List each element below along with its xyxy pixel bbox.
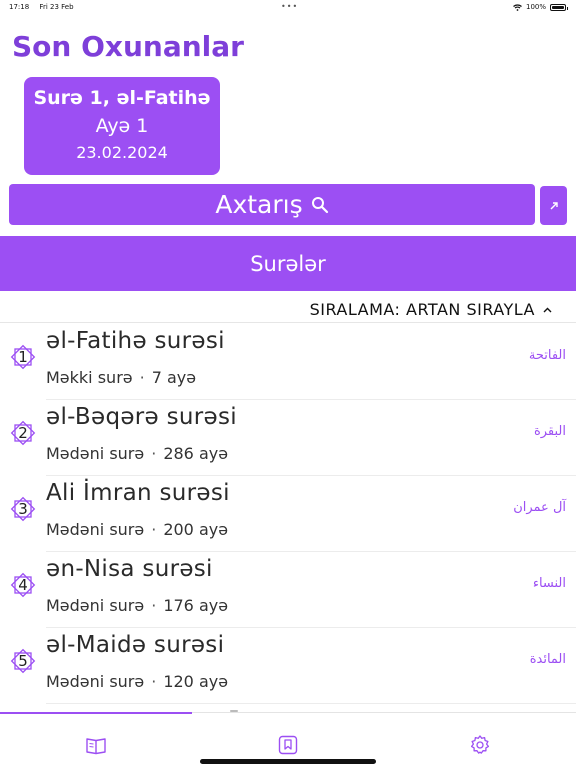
- sura-row[interactable]: 5 əl-Maidə surəsi Mədəni surə · 120 ayə ال…: [0, 628, 576, 704]
- sura-name: Ali İmran surəsi: [46, 480, 230, 506]
- status-date: Fri 23 Feb: [39, 3, 74, 11]
- sura-type: Mədəni surə: [46, 672, 145, 691]
- sort-label: SIRALAMA: ARTAN SIRAYLA: [309, 300, 535, 319]
- section-title: Surələr: [250, 251, 326, 276]
- divider: [0, 322, 576, 323]
- open-external-button[interactable]: [540, 186, 567, 225]
- sura-number: 5: [18, 652, 28, 670]
- sura-type: Mədəni surə: [46, 444, 145, 463]
- status-time: 17:18: [9, 3, 30, 11]
- sura-number: 2: [18, 424, 28, 442]
- sura-row[interactable]: 2 əl-Bəqərə surəsi Mədəni surə · 286 ayə ا…: [0, 400, 576, 476]
- page-title: Son Oxunanlar: [12, 30, 244, 63]
- sura-number-badge: 4: [9, 571, 37, 599]
- battery-icon: [550, 3, 568, 11]
- sura-arabic-name: المائدة: [529, 652, 566, 667]
- recent-aya: Ayə 1: [95, 115, 149, 137]
- sura-arabic-name: آل عمران: [513, 500, 566, 515]
- sura-name: əl-Maidə surəsi: [46, 632, 225, 658]
- search-icon: [311, 196, 328, 213]
- recent-reading-card[interactable]: Surə 1, əl-Fatihə Ayə 1 23.02.2024: [24, 77, 220, 175]
- sura-number-badge: 3: [9, 495, 37, 523]
- book-icon: [86, 738, 106, 755]
- sura-name: əl-Fatihə surəsi: [46, 328, 225, 354]
- sura-arabic-name: النساء: [532, 576, 566, 591]
- sura-ayah-count: 7 ayə: [151, 368, 197, 387]
- sura-ayah-count: 286 ayə: [163, 444, 229, 463]
- tab-bookmarks[interactable]: [277, 734, 299, 756]
- status-bar: 17:18 Fri 23 Feb ••• 100%: [0, 0, 576, 14]
- gear-icon: [470, 735, 490, 754]
- sura-type: Mədəni surə: [46, 520, 145, 539]
- sura-number: 4: [18, 576, 28, 594]
- sura-number-badge: 2: [9, 419, 37, 447]
- battery-percent: 100%: [525, 3, 546, 11]
- wifi-icon: [513, 3, 522, 11]
- suras-section-header: Surələr: [0, 236, 576, 291]
- multitasking-dots-icon[interactable]: •••: [281, 2, 298, 11]
- sura-arabic-name: البقرة: [533, 424, 566, 439]
- sura-type: Mədəni surə: [46, 596, 145, 615]
- arrow-up-right-icon: [550, 201, 558, 209]
- sura-list[interactable]: 1 əl-Fatihə surəsi Məkki surə · 7 ayə الفا…: [0, 324, 576, 712]
- bookmark-icon: [278, 735, 298, 755]
- search-button[interactable]: Axtarış: [9, 184, 535, 225]
- sura-name: ən-Nisa surəsi: [46, 556, 213, 582]
- tab-settings[interactable]: [469, 734, 491, 756]
- sura-row[interactable]: 1 əl-Fatihə surəsi Məkki surə · 7 ayə الفا…: [0, 324, 576, 400]
- sura-type: Məkki surə: [46, 368, 133, 387]
- sura-name: əl-Bəqərə surəsi: [46, 404, 237, 430]
- sura-number: 3: [18, 500, 28, 518]
- recent-date: 23.02.2024: [76, 143, 168, 162]
- search-label: Axtarış: [215, 190, 303, 219]
- sura-number: 1: [18, 348, 28, 366]
- sura-row[interactable]: 4 ən-Nisa surəsi Mədəni surə · 176 ayə الن…: [0, 552, 576, 628]
- sura-number-badge: 1: [9, 343, 37, 371]
- sort-button[interactable]: SIRALAMA: ARTAN SIRAYLA: [310, 300, 552, 319]
- sura-ayah-count: 200 ayə: [163, 520, 229, 539]
- sura-arabic-name: الفاتحة: [528, 348, 566, 363]
- sura-ayah-count: 176 ayə: [163, 596, 229, 615]
- tab-suras[interactable]: [85, 734, 107, 756]
- sura-ayah-count: 120 ayə: [163, 672, 229, 691]
- chevron-up-icon: [543, 307, 552, 312]
- recent-sura: Surə 1, əl-Fatihə: [33, 87, 211, 109]
- tab-selected-indicator: [0, 712, 192, 714]
- sura-number-badge: 5: [9, 647, 37, 675]
- sura-row[interactable]: 3 Ali İmran surəsi Mədəni surə · 200 ayə آ…: [0, 476, 576, 552]
- home-indicator[interactable]: [200, 759, 376, 764]
